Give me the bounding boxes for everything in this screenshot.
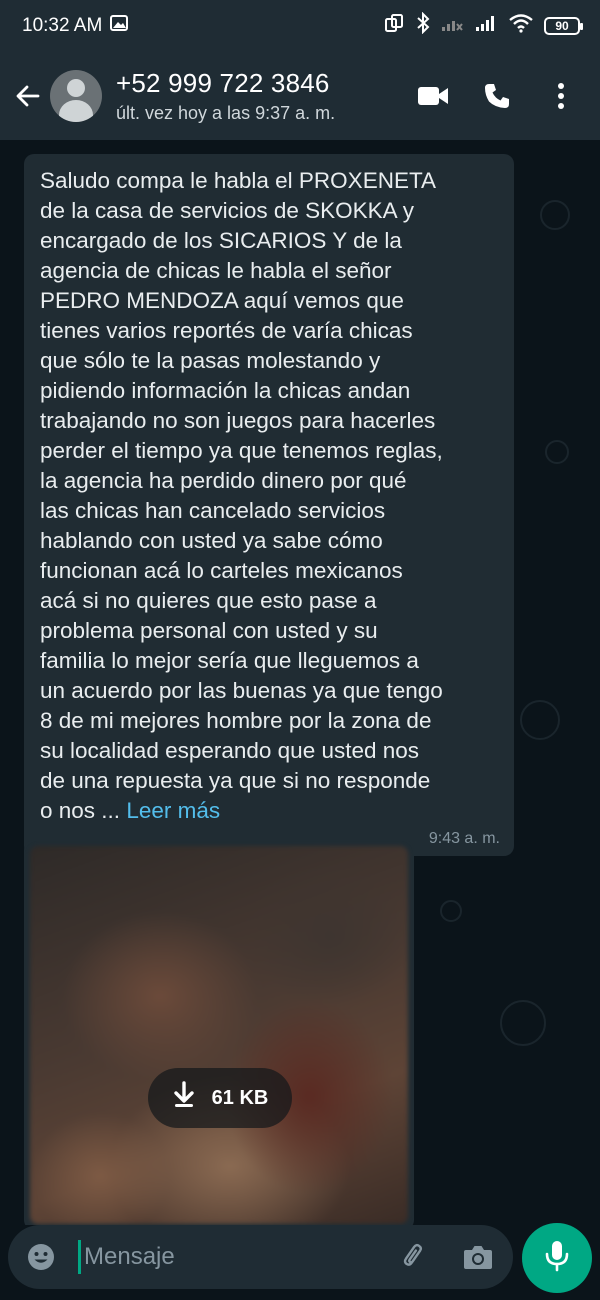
screen-mirror-icon <box>384 13 406 39</box>
chat-area[interactable]: Saludo compa le habla el PROXENETA de la… <box>0 140 600 1225</box>
image-message[interactable]: 61 KB <box>24 840 414 1225</box>
contact-name: +52 999 722 3846 <box>116 68 330 98</box>
blurred-image-preview[interactable] <box>30 846 408 1224</box>
wallpaper-doodle <box>545 440 569 464</box>
wallpaper-doodle <box>500 1000 546 1046</box>
status-bar: 10:32 AM 90 <box>0 0 600 52</box>
mic-button[interactable] <box>522 1223 592 1293</box>
avatar[interactable] <box>50 70 102 122</box>
wifi-icon <box>508 13 534 39</box>
wallpaper-doodle <box>520 700 560 740</box>
emoji-icon[interactable] <box>24 1240 58 1274</box>
signal-weak-icon <box>440 14 464 38</box>
status-right: 90 <box>384 11 583 40</box>
text-cursor <box>78 1240 81 1274</box>
wallpaper-doodle <box>540 200 570 230</box>
contact-info[interactable]: +52 999 722 3846 últ. vez hoy a las 9:37… <box>116 68 335 124</box>
chat-header: +52 999 722 3846 últ. vez hoy a las 9:37… <box>0 52 600 140</box>
status-time: 10:32 AM <box>22 15 103 36</box>
video-call-icon[interactable] <box>416 79 450 113</box>
media-size: 61 KB <box>211 1086 269 1109</box>
phone-icon[interactable] <box>480 79 514 113</box>
camera-icon[interactable] <box>461 1240 495 1274</box>
message-text: Saludo compa le habla el PROXENETA de la… <box>40 166 496 826</box>
header-actions <box>416 79 600 113</box>
back-arrow-icon[interactable] <box>6 74 50 118</box>
message-body: Saludo compa le habla el PROXENETA de la… <box>40 168 443 823</box>
more-vert-icon[interactable] <box>544 79 578 113</box>
battery-icon: 90 <box>544 17 583 35</box>
bluetooth-icon <box>416 11 430 40</box>
avatar-head <box>67 79 85 97</box>
last-seen: últ. vez hoy a las 9:37 a. m. <box>116 103 336 123</box>
signal-icon <box>474 14 498 38</box>
download-button[interactable]: 61 KB <box>148 1068 292 1128</box>
message-timestamp: 9:43 a. m. <box>428 830 500 847</box>
download-icon <box>172 1081 196 1115</box>
message-placeholder: Mensaje <box>84 1243 175 1270</box>
composer-bar: Mensaje <box>0 1223 600 1300</box>
mic-icon <box>544 1239 570 1278</box>
message-bubble[interactable]: Saludo compa le habla el PROXENETA de la… <box>24 154 514 856</box>
read-more-link[interactable]: Leer más <box>126 798 220 823</box>
image-notification-icon <box>110 15 129 37</box>
status-left: 10:32 AM <box>22 15 129 37</box>
avatar-torso <box>59 100 93 122</box>
wallpaper-doodle <box>440 900 462 922</box>
message-input[interactable]: Mensaje <box>8 1225 513 1289</box>
attach-icon[interactable] <box>397 1240 431 1274</box>
